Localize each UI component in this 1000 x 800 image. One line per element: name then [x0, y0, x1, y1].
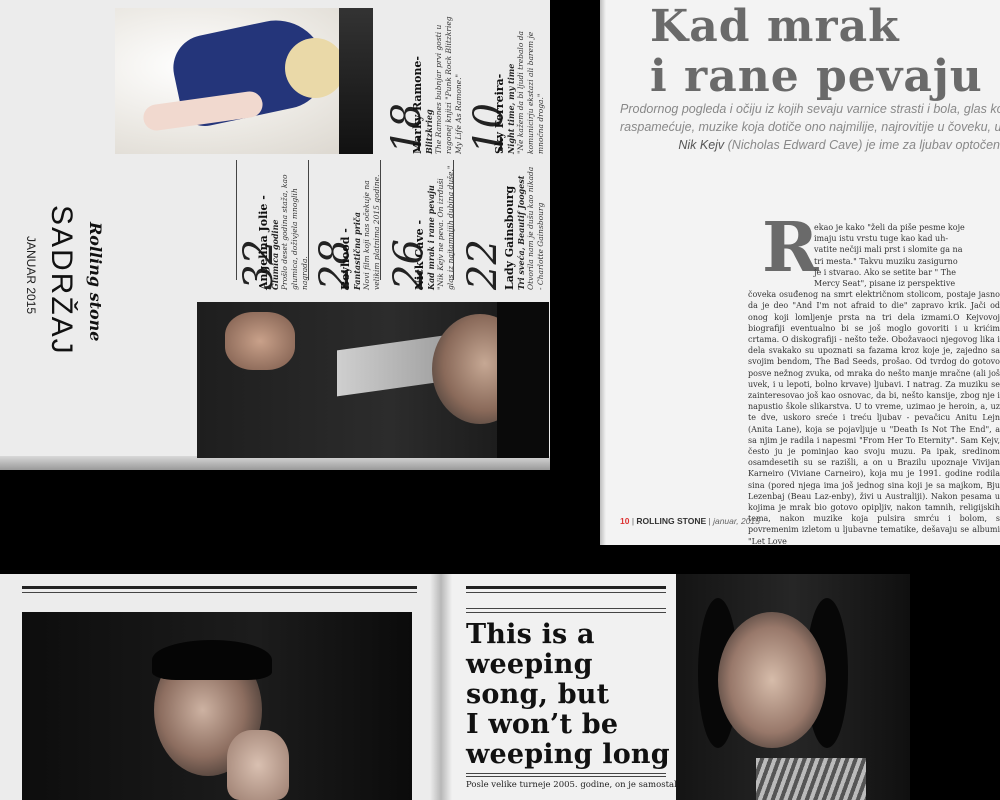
issue-date: JANUAR 2015: [24, 236, 38, 315]
toc-body: "Nik Kejv ne peva. On izrđuši glas iz na…: [436, 165, 455, 290]
toc-title: Sky Ferreira-: [493, 73, 506, 154]
toc-entry: 32 Angelina Jolie - Glumica godine Prošl…: [236, 162, 310, 290]
toc-page-number: 22: [460, 239, 506, 290]
deck-name: Nik Kejv: [678, 138, 725, 152]
feature-headline: This is a weeping song, but I won’t be w…: [466, 619, 670, 770]
toc-subtitle: Glumica godine: [270, 219, 280, 291]
article-page: Kad mrak i rane pevaju Prodornog pogleda…: [600, 0, 1000, 546]
header-rule: [22, 592, 417, 593]
toc-entry: 26 Nick Cave - Kad mrak i rane pevaju "N…: [386, 162, 456, 290]
toc-title: Angelina Jolie -: [257, 195, 270, 290]
toc-body: Novi film koji nas očekuje na velikim pl…: [362, 174, 381, 290]
toc-body: The Ramones bubnjar prvi gosti u ragonej…: [434, 16, 463, 154]
page-edge: [0, 456, 550, 470]
footer-date: januar, 2015: [713, 516, 760, 526]
spine-fold: [430, 574, 452, 800]
contents-spread: 10 Sky Ferreira- Night time, my time "Ne…: [0, 0, 550, 470]
toc-subtitle: Blitzkrieg: [424, 109, 434, 154]
toc-entry: 18 Marky Ramone- Blitzkrieg The Ramones …: [384, 14, 464, 154]
photo-nick-cave-portrait: [676, 574, 910, 800]
headline-rule: [466, 776, 666, 777]
header-rule: [22, 586, 417, 589]
headline-rule: [466, 773, 666, 774]
toc-subtitle: Tri sveća, Beautif Joogest: [516, 175, 526, 290]
toc-entry: 28 Boyhood - Fantastična priča Novi film…: [312, 162, 382, 290]
photo-nick-cave-suit: [197, 302, 549, 458]
toc-title: Boyhood -: [339, 228, 352, 290]
magazine-name: Rolling stone: [86, 222, 105, 342]
toc-body: "Ne kažem da bi ljudi trebalo da komunic…: [516, 31, 545, 154]
article-body: ekao je kako "želi da piše pesme koje im…: [748, 223, 1000, 546]
toc-body: Otvorila nam je dušu kao nikada - Charlo…: [526, 166, 545, 290]
footer-magazine: ROLLING STONE: [636, 516, 707, 526]
article-deck: Prodornog pogleda i očiju iz kojih sevaj…: [620, 102, 1000, 152]
article-headline: Kad mrak i rane pevaju: [650, 1, 983, 102]
page-footer: 10 | ROLLING STONE | januar, 2015: [620, 516, 760, 526]
toc-subtitle: Night time, my time: [506, 63, 516, 154]
photo-woman-on-bed: [115, 8, 373, 154]
toc-subtitle: Fantastična priča: [352, 212, 362, 290]
toc-body: Prošlo deset godina staža, kao glumica, …: [280, 174, 309, 290]
feature-spread: This is a weeping song, but I won’t be w…: [0, 574, 910, 800]
feature-first-line: Posle velike turneje 2005. godine, on je…: [466, 780, 688, 790]
toc-title: Nick Cave -: [413, 219, 426, 290]
header-rule: [466, 592, 666, 593]
toc-entry: 22 Lady Gainsbourg Tri sveća, Beautif Jo…: [460, 162, 546, 290]
photo-nick-cave-hand: [22, 612, 412, 800]
header-rule: [466, 586, 666, 589]
toc-title: Marky Ramone-: [411, 55, 424, 154]
section-title: SADRŽAJ: [45, 205, 78, 356]
header-rule: [466, 612, 666, 613]
toc-subtitle: Kad mrak i rane pevaju: [426, 185, 436, 290]
toc-entry: 10 Sky Ferreira- Night time, my time "Ne…: [466, 14, 546, 154]
header-rule: [466, 608, 666, 609]
toc-title: Lady Gainsbourg: [503, 185, 516, 290]
